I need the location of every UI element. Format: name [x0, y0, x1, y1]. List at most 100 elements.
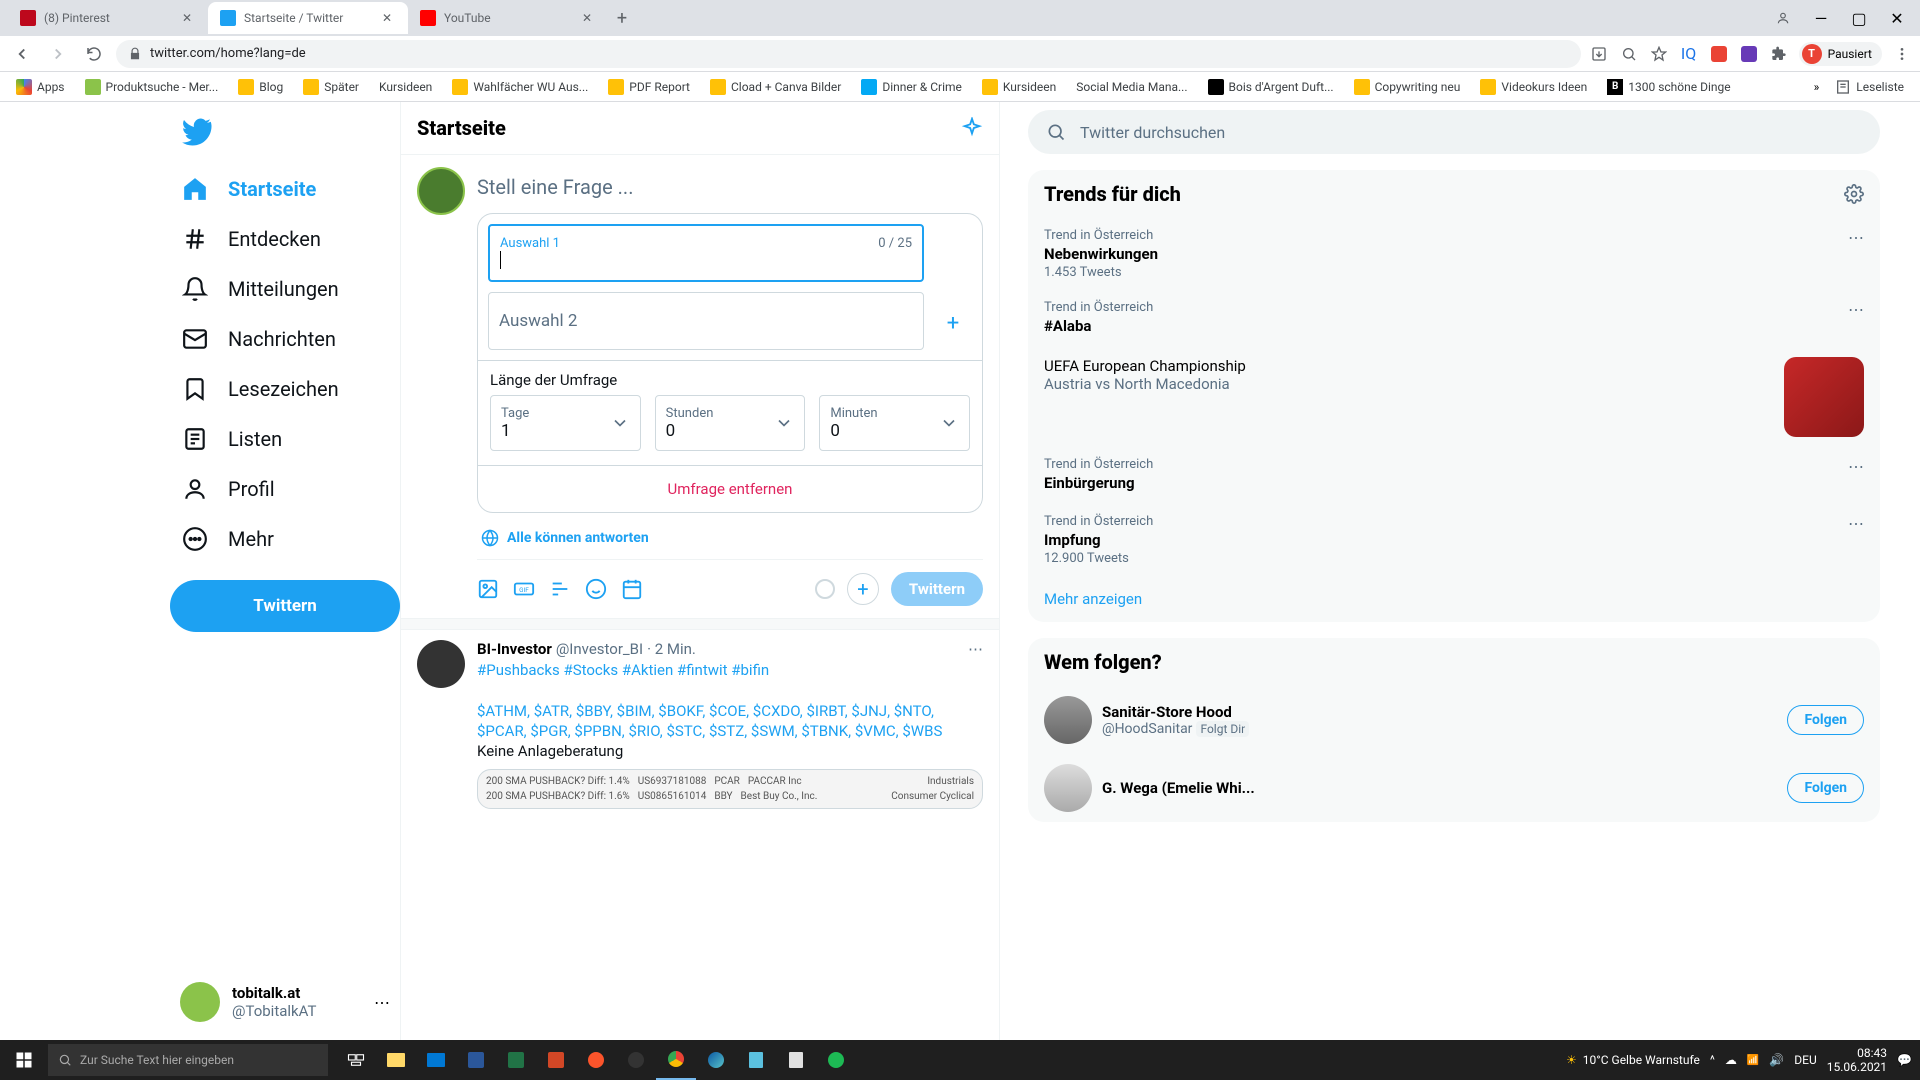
bookmark-item[interactable]: PDF Report	[600, 75, 698, 99]
tray-wifi-icon[interactable]: 📶	[1747, 1055, 1759, 1066]
language-indicator[interactable]: DEU	[1794, 1053, 1816, 1067]
nav-notifications[interactable]: Mitteilungen	[170, 264, 400, 314]
install-icon[interactable]	[1589, 44, 1609, 64]
bookmark-item[interactable]: Wahlfächer WU Aus...	[444, 75, 596, 99]
extension-icon[interactable]: IQ	[1679, 44, 1699, 64]
nav-home[interactable]: Startseite	[170, 164, 400, 214]
app-calc-icon[interactable]	[776, 1040, 816, 1080]
add-thread-button[interactable]: +	[847, 573, 879, 605]
poll-days-select[interactable]: Tage1	[490, 395, 641, 451]
poll-icon[interactable]	[549, 578, 571, 600]
tweet-submit-button[interactable]: Twittern	[891, 572, 983, 606]
trend-event-item[interactable]: UEFA European Championship Austria vs No…	[1028, 347, 1880, 447]
bookmarks-overflow-icon[interactable]: »	[1814, 80, 1820, 94]
poll-choice-1-input[interactable]: Auswahl 1 0 / 25	[488, 224, 924, 282]
twitter-logo-icon[interactable]	[182, 118, 212, 148]
menu-icon[interactable]	[1892, 44, 1912, 64]
back-button[interactable]	[8, 40, 36, 68]
emoji-icon[interactable]	[585, 578, 607, 600]
tweet-username[interactable]: BI-Investor	[477, 640, 552, 658]
tweet-hashtags[interactable]: #Pushbacks #Stocks #Aktien #fintwit #bif…	[477, 661, 769, 679]
nav-lists[interactable]: Listen	[170, 414, 400, 464]
more-icon[interactable]: ⋯	[1848, 228, 1864, 247]
app-powerpoint-icon[interactable]	[536, 1040, 576, 1080]
poll-minutes-select[interactable]: Minuten0	[819, 395, 970, 451]
show-more-button[interactable]: Mehr anzeigen	[1028, 576, 1880, 622]
clock[interactable]: 08:43 15.06.2021	[1827, 1046, 1887, 1075]
tweet-button[interactable]: Twittern	[170, 580, 400, 632]
tweet-handle[interactable]: @Investor_BI	[556, 640, 643, 658]
browser-tab-pinterest[interactable]: (8) Pinterest ✕	[8, 2, 208, 34]
app-obs-icon[interactable]	[616, 1040, 656, 1080]
apps-bookmark[interactable]: Apps	[8, 75, 73, 99]
bookmark-item[interactable]: Später	[295, 75, 367, 99]
tray-chevron-icon[interactable]: ^	[1710, 1053, 1715, 1067]
bookmark-item[interactable]: Kursideen	[974, 75, 1064, 99]
extensions-menu-icon[interactable]	[1769, 44, 1789, 64]
media-icon[interactable]	[477, 578, 499, 600]
search-input[interactable]: Twitter durchsuchen	[1028, 110, 1880, 154]
add-poll-choice-button[interactable]: +	[947, 311, 959, 336]
profile-badge[interactable]: T Pausiert	[1799, 42, 1882, 66]
bookmark-item[interactable]: B1300 schöne Dinge	[1599, 75, 1738, 99]
follow-suggestion[interactable]: Sanitär-Store Hood @HoodSanitarFolgt Dir…	[1028, 686, 1880, 754]
app-spotify-icon[interactable]	[816, 1040, 856, 1080]
sparkle-icon[interactable]	[961, 117, 983, 139]
avatar[interactable]	[417, 640, 465, 688]
reload-button[interactable]	[80, 40, 108, 68]
lens-icon[interactable]	[1619, 44, 1639, 64]
bookmark-item[interactable]: Dinner & Crime	[853, 75, 970, 99]
trend-item[interactable]: Trend in Österreich Nebenwirkungen 1.453…	[1028, 218, 1880, 290]
minimize-button[interactable]: —	[1806, 3, 1836, 33]
notifications-icon[interactable]: 💬	[1897, 1053, 1912, 1067]
nav-messages[interactable]: Nachrichten	[170, 314, 400, 364]
nav-bookmarks[interactable]: Lesezeichen	[170, 364, 400, 414]
start-button[interactable]	[0, 1040, 48, 1080]
app-edge-icon[interactable]	[696, 1040, 736, 1080]
poll-hours-select[interactable]: Stunden0	[655, 395, 806, 451]
tweet[interactable]: BI-Investor @Investor_BI · 2 Min. ⋯ #Pus…	[401, 630, 999, 819]
poll-choice-2-input[interactable]: Auswahl 2	[488, 292, 924, 350]
more-icon[interactable]: ⋯	[1848, 514, 1864, 533]
tray-cloud-icon[interactable]: ☁	[1725, 1053, 1737, 1067]
tweet-attachment[interactable]: 200 SMA PUSHBACK? Diff: 1.4%US6937181088…	[477, 769, 983, 809]
nav-profile[interactable]: Profil	[170, 464, 400, 514]
account-switcher[interactable]: tobitalk.at @TobitalkAT ⋯	[170, 972, 400, 1032]
gif-icon[interactable]: GIF	[513, 578, 535, 600]
forward-button[interactable]	[44, 40, 72, 68]
remove-poll-button[interactable]: Umfrage entfernen	[478, 465, 982, 512]
bookmark-item[interactable]: Blog	[230, 75, 291, 99]
app-brave-icon[interactable]	[576, 1040, 616, 1080]
tweet-tickers[interactable]: $PCAR, $PGR, $PPBN, $RIO, $STC, $STZ, $S…	[477, 722, 942, 740]
bookmark-item[interactable]: Produktsuche - Mer...	[77, 75, 227, 99]
app-notepad-icon[interactable]	[736, 1040, 776, 1080]
close-window-button[interactable]: ✕	[1882, 3, 1912, 33]
nav-more[interactable]: Mehr	[170, 514, 400, 564]
extension-icon-3[interactable]	[1739, 44, 1759, 64]
trend-item[interactable]: Trend in Österreich Impfung 12.900 Tweet…	[1028, 504, 1880, 576]
bookmark-item[interactable]: Social Media Mana...	[1068, 76, 1195, 98]
close-icon[interactable]: ✕	[382, 11, 396, 25]
trend-item[interactable]: Trend in Österreich Einbürgerung ⋯	[1028, 447, 1880, 504]
bookmark-item[interactable]: Kursideen	[371, 76, 440, 98]
more-icon[interactable]: ⋯	[1848, 457, 1864, 476]
reply-permission-button[interactable]: Alle können antworten	[477, 517, 983, 560]
nav-explore[interactable]: Entdecken	[170, 214, 400, 264]
trend-item[interactable]: Trend in Österreich #Alaba ⋯	[1028, 290, 1880, 347]
tweet-more-icon[interactable]: ⋯	[968, 640, 983, 658]
bookmark-item[interactable]: Videokurs Ideen	[1472, 75, 1595, 99]
app-chrome-icon[interactable]	[656, 1040, 696, 1080]
bookmark-item[interactable]: Bois d'Argent Duft...	[1200, 75, 1342, 99]
taskbar-search[interactable]: Zur Suche Text hier eingeben	[48, 1044, 328, 1076]
follow-button[interactable]: Folgen	[1787, 705, 1864, 735]
reading-list-button[interactable]: Leseliste	[1827, 75, 1912, 99]
browser-tab-youtube[interactable]: YouTube ✕	[408, 2, 608, 34]
maximize-button[interactable]: ▢	[1844, 3, 1874, 33]
close-icon[interactable]: ✕	[182, 11, 196, 25]
bookmark-item[interactable]: Copywriting neu	[1346, 75, 1469, 99]
app-excel-icon[interactable]	[496, 1040, 536, 1080]
new-tab-button[interactable]: +	[608, 4, 636, 32]
weather-widget[interactable]: ☀ 10°C Gelbe Warnstufe	[1566, 1053, 1700, 1067]
browser-tab-twitter[interactable]: Startseite / Twitter ✕	[208, 2, 408, 34]
more-icon[interactable]: ⋯	[1848, 300, 1864, 319]
